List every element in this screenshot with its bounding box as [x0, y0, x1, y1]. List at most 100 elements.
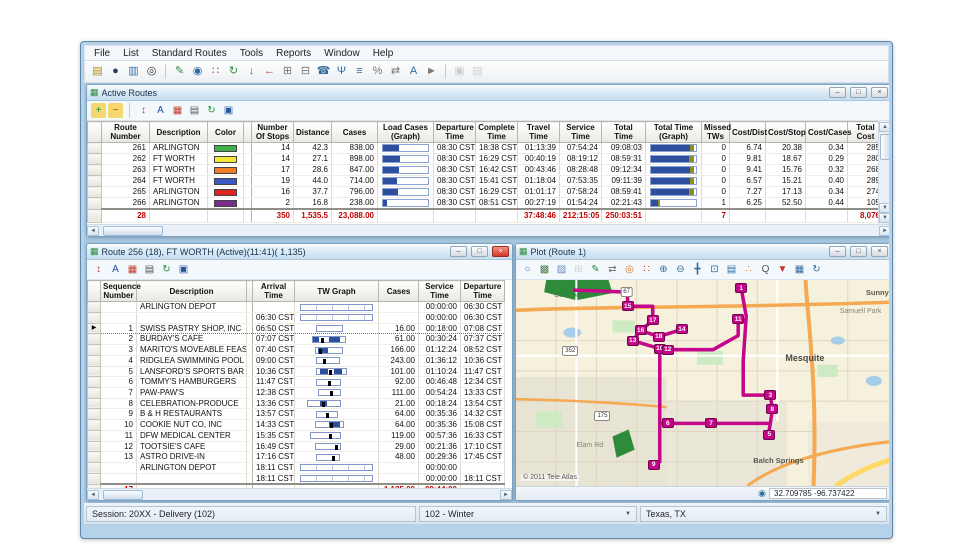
delete-route-icon[interactable]: −	[108, 103, 123, 118]
stop-marker-6[interactable]: 6	[662, 418, 674, 428]
row-selector[interactable]	[88, 176, 102, 187]
menu-tools[interactable]: Tools	[234, 48, 269, 59]
column-header[interactable]: Total Time (Graph)	[646, 122, 702, 143]
row-selector[interactable]	[88, 165, 102, 176]
column-header[interactable]: Travel Time	[518, 122, 560, 143]
stop-row[interactable]: 06:30 CST00:00:0006:30 CST	[88, 313, 505, 324]
list-view-icon[interactable]: ≡	[351, 63, 368, 80]
center-target-icon[interactable]: ◎	[622, 262, 637, 277]
close-button[interactable]: ×	[492, 246, 509, 257]
stop-marker-11[interactable]: 11	[732, 314, 744, 324]
vertical-scrollbar[interactable]: ▲ ▼ ▼	[878, 121, 889, 224]
region-dropdown[interactable]: Texas, TX ▼	[640, 506, 887, 522]
column-header[interactable]: Arrival Time	[253, 281, 295, 302]
restore-button[interactable]: □	[850, 87, 867, 98]
row-selector[interactable]	[88, 452, 101, 463]
row-selector[interactable]	[88, 388, 101, 399]
route-stops-icon[interactable]: ∴	[741, 262, 756, 277]
row-selector[interactable]	[88, 398, 101, 409]
map-canvas[interactable]: 1111517161418131012385679Golf CourseSamu…	[516, 280, 889, 486]
menu-reports[interactable]: Reports	[270, 48, 317, 59]
edit-map-icon[interactable]: ✎	[588, 262, 603, 277]
scroll-left-arrow[interactable]: ◄	[87, 490, 99, 500]
scroll-right-arrow[interactable]: ►	[500, 490, 512, 500]
scroll-up-arrow[interactable]: ▲	[879, 122, 889, 132]
pushpin-icon[interactable]: ▼	[775, 262, 790, 277]
plot-titlebar[interactable]: ▦ Plot (Route 1) – □ ×	[516, 244, 889, 260]
open-routes-icon[interactable]: ▤	[89, 63, 106, 80]
grid-options-icon[interactable]: ▦	[170, 103, 185, 118]
export-icon[interactable]: ↻	[204, 103, 219, 118]
stop-row[interactable]: 4RIDGLEA SWIMMING POOL09:00 CST243.0001:…	[88, 355, 505, 366]
minimize-button[interactable]: –	[829, 246, 846, 257]
row-selector[interactable]	[88, 462, 101, 473]
column-header[interactable]: Sequence Number	[101, 281, 137, 302]
stop-row[interactable]: ▶1SWISS PASTRY SHOP, INC06:50 CST16.0000…	[88, 323, 505, 334]
scroll-thumb[interactable]	[103, 490, 143, 500]
minimize-button[interactable]: –	[450, 246, 467, 257]
column-header[interactable]	[244, 122, 252, 143]
stop-marker-12[interactable]: 12	[662, 345, 674, 355]
minimize-button[interactable]: –	[829, 87, 846, 98]
stop-row[interactable]: 8CELEBRATION-PRODUCE13:36 CST21.0000:18:…	[88, 398, 505, 409]
column-header[interactable]: Cases	[332, 122, 378, 143]
column-header[interactable]: Distance	[294, 122, 332, 143]
audit-percent-icon[interactable]: %	[369, 63, 386, 80]
column-header[interactable]: Color	[208, 122, 244, 143]
column-header[interactable]: Complete Time	[476, 122, 518, 143]
column-header[interactable]: Departure Time	[434, 122, 476, 143]
stop-row[interactable]: 5LANSFORD'S SPORTS BAR10:36 CST101.0001:…	[88, 366, 505, 377]
route-row[interactable]: 265ARLINGTON1637.7796.0008:30 CST16:29 C…	[88, 187, 884, 198]
zoom-window-icon[interactable]: ⊡	[707, 262, 722, 277]
pan-icon[interactable]: ╋	[690, 262, 705, 277]
font-icon[interactable]: A	[108, 262, 123, 277]
row-selector[interactable]	[88, 366, 101, 377]
network-stops-icon[interactable]: Ψ	[333, 63, 350, 80]
stop-marker-3[interactable]: 3	[764, 390, 776, 400]
scroll-thumb[interactable]	[103, 226, 163, 236]
menu-help[interactable]: Help	[367, 48, 400, 59]
stop-row[interactable]: 11DFW MEDICAL CENTER15:35 CST119.0000:57…	[88, 430, 505, 441]
route-row[interactable]: 261ARLINGTON1442.3838.0008:30 CST18:38 C…	[88, 143, 884, 154]
globe-icon[interactable]: ●	[107, 63, 124, 80]
stop-marker-1[interactable]: 1	[735, 283, 747, 293]
route-row[interactable]: 266ARLINGTON216.8238.0008:30 CST08:51 CS…	[88, 198, 884, 210]
overview-map-icon[interactable]: ▩	[537, 262, 552, 277]
stop-marker-5[interactable]: 5	[763, 430, 775, 440]
column-header[interactable]: Load Cases (Graph)	[378, 122, 434, 143]
route-row[interactable]: 264FT WORTH1944.0714.0008:30 CST15:41 CS…	[88, 176, 884, 187]
route-row[interactable]: 263FT WORTH1728.6847.0008:30 CST16:42 CS…	[88, 165, 884, 176]
stop-row[interactable]: 7PAW-PAW'S12:38 CST111.0000:54:2413:33 C…	[88, 388, 505, 399]
scroll-left-arrow[interactable]: ◄	[87, 226, 99, 236]
fit-rows-icon[interactable]: ↕	[136, 103, 151, 118]
stop-grid-icon[interactable]: ∷	[207, 63, 224, 80]
stop-marker-8[interactable]: 8	[766, 404, 778, 414]
locate-icon[interactable]: ◉	[758, 488, 766, 499]
row-selector[interactable]	[88, 420, 101, 431]
stop-row[interactable]: ARLINGTON DEPOT00:00:0006:30 CST	[88, 302, 505, 313]
row-selector[interactable]	[88, 334, 101, 345]
save-icon[interactable]: ▣	[221, 103, 236, 118]
optimize-route-icon[interactable]: ↻	[225, 63, 242, 80]
row-selector[interactable]	[88, 473, 101, 484]
scroll-end-arrow[interactable]: ▼	[879, 213, 889, 223]
scroll-right-arrow[interactable]: ►	[879, 226, 889, 236]
edit-routes-icon[interactable]: ✎	[171, 63, 188, 80]
fit-rows-icon[interactable]: ↕	[91, 262, 106, 277]
print-icon[interactable]: ▤	[187, 103, 202, 118]
route-info-icon[interactable]: ◉	[189, 63, 206, 80]
row-selector[interactable]	[88, 187, 102, 198]
scroll-down-arrow[interactable]: ▼	[879, 203, 889, 213]
horizontal-scrollbar[interactable]: ◄ ►	[87, 488, 512, 500]
column-header[interactable]: Departure Time	[461, 281, 505, 302]
stop-row[interactable]: 18:11 CST00:00:0018:11 CST	[88, 473, 505, 484]
stop-marker-18[interactable]: 18	[653, 332, 665, 342]
grid-stops-icon[interactable]: ∷	[639, 262, 654, 277]
export-icon[interactable]: ↻	[159, 262, 174, 277]
horizontal-scrollbar[interactable]: ◄ ►	[87, 224, 889, 236]
search-map-icon[interactable]: Q	[758, 262, 773, 277]
column-header[interactable]: Cases	[379, 281, 419, 302]
column-header[interactable]: Cost/Stop	[766, 122, 806, 143]
refresh-map-icon[interactable]: ↻	[809, 262, 824, 277]
route-row[interactable]: 262FT WORTH1427.1898.0008:30 CST16:29 CS…	[88, 154, 884, 165]
